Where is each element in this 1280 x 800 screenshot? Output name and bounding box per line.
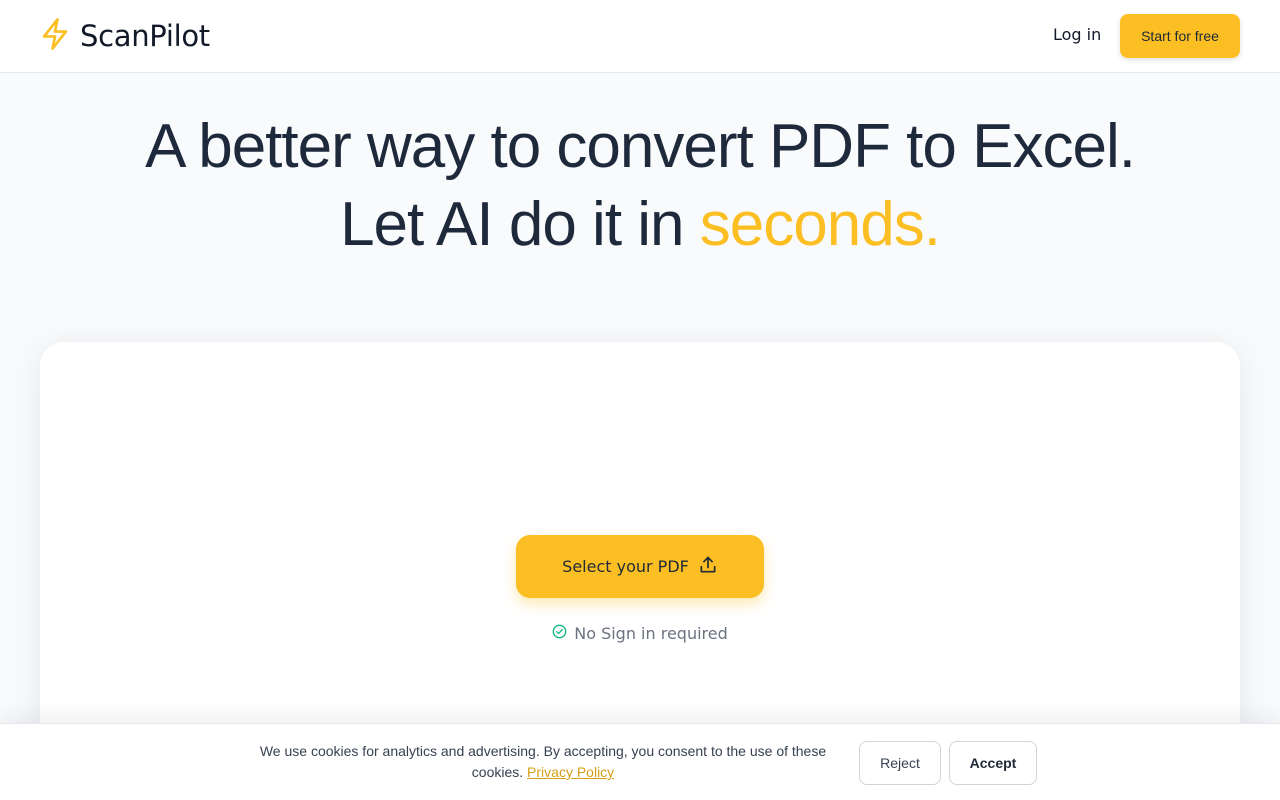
hero-accent-word: seconds. — [699, 190, 941, 259]
hero-line-1: A better way to convert PDF to Excel. — [145, 112, 1136, 181]
accept-cookies-button[interactable]: Accept — [949, 741, 1037, 785]
hero-line-2-prefix: Let AI do it in — [340, 190, 700, 259]
start-for-free-button[interactable]: Start for free — [1120, 14, 1240, 58]
select-pdf-button[interactable]: Select your PDF — [516, 535, 764, 598]
cookie-banner: We use cookies for analytics and adverti… — [0, 723, 1280, 800]
hero-heading: A better way to convert PDF to Excel. Le… — [0, 108, 1280, 264]
upload-icon — [698, 555, 718, 579]
page: ScanPilot Log in Start for free A better… — [0, 0, 1280, 800]
hero-line-2: Let AI do it in seconds. — [0, 186, 1280, 264]
check-circle-icon — [552, 624, 567, 643]
cookie-message: We use cookies for analytics and adverti… — [250, 741, 836, 783]
upload-card: Select your PDF No Sign in required — [40, 342, 1240, 762]
privacy-policy-link[interactable]: Privacy Policy — [527, 764, 614, 780]
select-pdf-label: Select your PDF — [562, 557, 689, 576]
no-signin-note: No Sign in required — [40, 624, 1240, 643]
lightning-bolt-icon — [40, 17, 70, 56]
reject-cookies-button[interactable]: Reject — [859, 741, 941, 785]
brand-name: ScanPilot — [80, 19, 210, 53]
top-nav: ScanPilot Log in Start for free — [0, 0, 1280, 73]
login-link[interactable]: Log in — [1053, 25, 1101, 44]
no-signin-text: No Sign in required — [574, 624, 728, 643]
brand-logo[interactable]: ScanPilot — [40, 16, 210, 56]
